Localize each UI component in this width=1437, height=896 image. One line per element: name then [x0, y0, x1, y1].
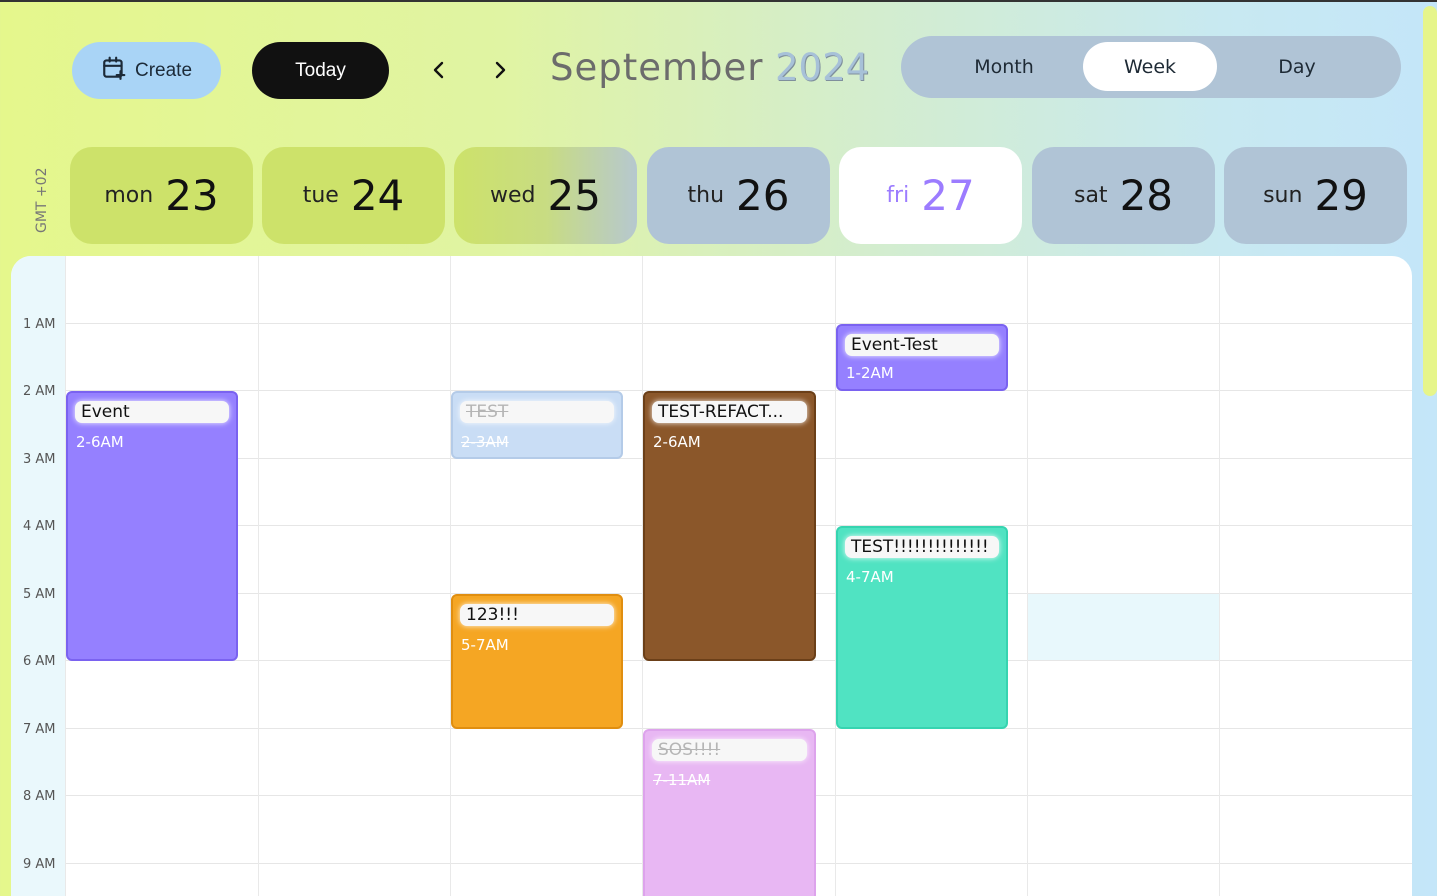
day-header-thu[interactable]: thu 26 — [647, 147, 830, 244]
hour-label: 9 AM — [23, 857, 56, 872]
hour-label: 4 AM — [23, 519, 56, 534]
create-button[interactable]: Create — [72, 42, 221, 99]
day-number: 27 — [921, 171, 975, 220]
day-number: 29 — [1314, 171, 1368, 220]
day-name: sun — [1263, 183, 1303, 208]
event-time: 2-6AM — [76, 433, 124, 451]
day-name: sat — [1073, 183, 1108, 208]
event-card[interactable]: TEST-REFACT... 2-6AM — [643, 391, 816, 661]
day-number: 24 — [350, 171, 405, 220]
event-title: 123!!! — [460, 604, 614, 626]
day-name: wed — [490, 183, 536, 208]
week-grid[interactable]: 1 AM 2 AM 3 AM 4 AM 5 AM 6 AM 7 AM 8 AM … — [11, 256, 1412, 896]
view-switcher: Month Week Day — [901, 36, 1401, 98]
day-header-sun[interactable]: sun 29 — [1224, 147, 1407, 244]
event-time: 2-6AM — [653, 433, 701, 451]
event-card[interactable]: Event-Test 1-2AM — [836, 324, 1008, 391]
event-title: TEST — [460, 401, 614, 423]
view-week-tab[interactable]: Week — [1083, 42, 1217, 91]
time-column: 1 AM 2 AM 3 AM 4 AM 5 AM 6 AM 7 AM 8 AM … — [11, 256, 65, 896]
today-button[interactable]: Today — [252, 42, 389, 99]
hour-label: 7 AM — [23, 722, 56, 737]
event-card[interactable]: Event 2-6AM — [66, 391, 238, 661]
event-card[interactable]: SOS!!!! 7-11AM — [643, 729, 816, 896]
day-gridline — [1027, 256, 1028, 896]
hour-label: 1 AM — [23, 317, 56, 332]
day-number: 28 — [1119, 171, 1174, 220]
event-title: TEST!!!!!!!!!!!!!! — [845, 536, 999, 558]
day-name: tue — [302, 183, 339, 208]
event-card[interactable]: 123!!! 5-7AM — [451, 594, 623, 729]
event-time: 5-7AM — [461, 636, 509, 654]
chevron-right-icon — [495, 61, 506, 79]
hour-gridline — [65, 323, 1412, 324]
day-header-wed[interactable]: wed 25 — [454, 147, 637, 244]
hour-label: 5 AM — [23, 587, 56, 602]
view-month-tab[interactable]: Month — [937, 42, 1071, 91]
day-number: 23 — [165, 171, 219, 220]
event-time: 4-7AM — [846, 568, 894, 586]
chevron-left-icon — [433, 61, 444, 79]
day-header-tue[interactable]: tue 24 — [262, 147, 445, 244]
event-title: TEST-REFACT... — [652, 401, 807, 423]
next-week-button[interactable] — [485, 50, 515, 90]
calendar-add-icon — [101, 55, 127, 87]
day-gridline — [1219, 256, 1220, 896]
hour-label: 8 AM — [23, 789, 56, 804]
hour-label: 3 AM — [23, 452, 56, 467]
month-title: September — [550, 46, 764, 89]
hour-label: 6 AM — [23, 654, 56, 669]
view-day-tab[interactable]: Day — [1230, 42, 1364, 91]
day-name: mon — [104, 183, 154, 208]
day-number: 25 — [547, 171, 601, 220]
hour-label: 2 AM — [23, 384, 56, 399]
hovered-time-slot[interactable] — [1028, 593, 1219, 660]
event-title: SOS!!!! — [652, 739, 807, 761]
event-card[interactable]: TEST!!!!!!!!!!!!!! 4-7AM — [836, 526, 1008, 729]
event-time: 1-2AM — [846, 364, 894, 382]
event-title: Event-Test — [845, 334, 999, 356]
day-header-mon[interactable]: mon 23 — [70, 147, 253, 244]
day-name: thu — [687, 183, 725, 208]
day-header-fri[interactable]: fri 27 — [839, 147, 1022, 244]
page-scrollbar[interactable] — [1423, 6, 1437, 396]
previous-week-button[interactable] — [424, 50, 454, 90]
timezone-label: GMT +02 — [34, 167, 50, 233]
day-gridline — [258, 256, 259, 896]
day-gridline — [450, 256, 451, 896]
year-title: 2024 — [775, 46, 870, 89]
event-time: 2-3AM — [461, 433, 509, 451]
event-time: 7-11AM — [653, 771, 711, 789]
create-label: Create — [134, 59, 193, 81]
event-title: Event — [75, 401, 229, 423]
event-card[interactable]: TEST 2-3AM — [451, 391, 623, 459]
day-number: 26 — [736, 171, 790, 220]
day-name: fri — [886, 183, 910, 208]
day-header-sat[interactable]: sat 28 — [1032, 147, 1215, 244]
